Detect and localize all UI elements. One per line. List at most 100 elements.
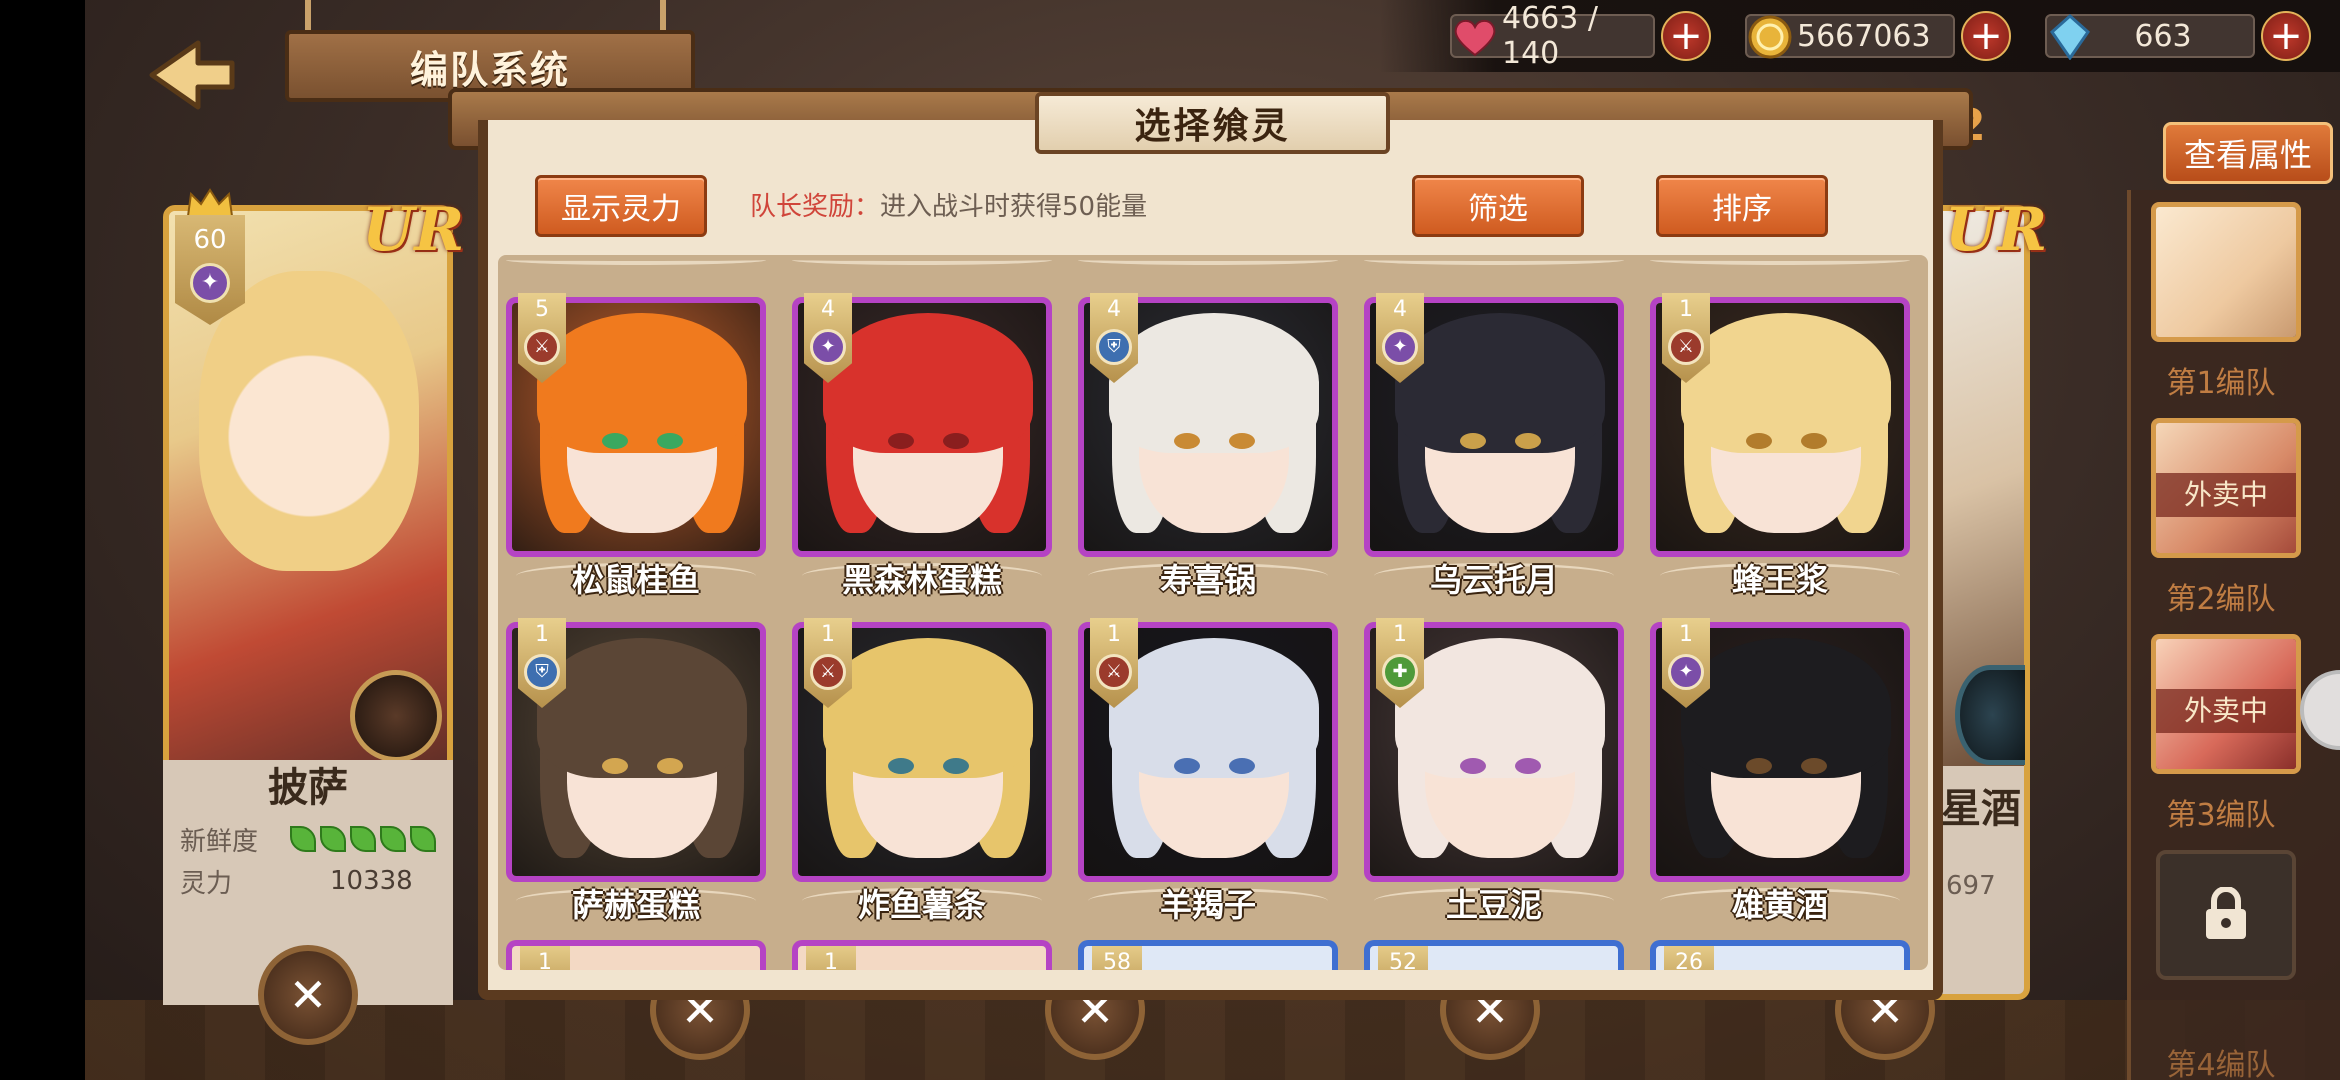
- leader-level-flag: 60 ✦: [175, 215, 245, 325]
- locked-team-slot[interactable]: [2156, 850, 2296, 980]
- freshness-label: 新鲜度: [180, 826, 259, 857]
- character-hair: [537, 638, 747, 778]
- leader-bonus: 队长奖励：进入战斗时获得50能量: [750, 186, 1147, 223]
- attack-role-icon: ⚔: [524, 329, 560, 365]
- character-eye: [1229, 433, 1255, 449]
- character-eye: [602, 758, 628, 774]
- character-level: 52: [1378, 946, 1428, 970]
- team-sidebar: 第1编队 外卖中 第2编队 外卖中 第3编队 第4编队: [2127, 190, 2340, 1080]
- power-row: 灵力 10338: [180, 862, 450, 900]
- show-power-button[interactable]: 显示灵力: [535, 175, 707, 237]
- character-card-partial[interactable]: 1: [506, 940, 766, 970]
- name-scroll-deco: [792, 255, 1052, 265]
- team-thumb-image: [2156, 207, 2296, 337]
- character-eye: [1801, 433, 1827, 449]
- character-hair: [537, 313, 747, 453]
- crystal-icon: [2045, 12, 2095, 62]
- heart-icon: [1450, 12, 1500, 62]
- character-level: 26: [1664, 946, 1714, 970]
- heal-role-icon: ✚: [1382, 654, 1418, 690]
- name-scroll-deco: [1364, 255, 1624, 265]
- character-hair: [823, 638, 1033, 778]
- view-attributes-button[interactable]: 查看属性: [2163, 122, 2333, 184]
- character-card[interactable]: 4 ⛨ 寿喜锅: [1078, 265, 1338, 599]
- character-name: 羊羯子: [1159, 886, 1256, 924]
- rope: [660, 0, 666, 34]
- freshness-row: 新鲜度: [180, 820, 450, 858]
- side-power: 697: [1946, 871, 1996, 901]
- coin-resource: 5667063 +: [1745, 10, 2011, 62]
- character-eye: [1460, 758, 1486, 774]
- crystal-resource: 663 +: [2045, 10, 2311, 62]
- character-card[interactable]: 4 ✦ 乌云托月: [1364, 265, 1624, 599]
- character-eye: [1460, 433, 1486, 449]
- back-arrow-icon: [149, 40, 235, 110]
- rarity-badge: UR: [362, 195, 465, 265]
- character-card-partial[interactable]: 58: [1078, 940, 1338, 970]
- character-card-partial[interactable]: 26: [1650, 940, 1910, 970]
- rarity-badge-right: UR: [1945, 195, 2048, 265]
- character-hair: [1681, 638, 1891, 778]
- power-label: 灵力: [180, 868, 233, 899]
- takeout-status: 外卖中: [2156, 689, 2296, 733]
- filter-button[interactable]: 筛选: [1412, 175, 1584, 237]
- character-card[interactable]: 1 ⛨ 萨赫蛋糕: [506, 590, 766, 924]
- skill-orb-icon[interactable]: [350, 670, 442, 762]
- character-name: 雄黄酒: [1731, 886, 1828, 924]
- attack-role-icon: ⚔: [1096, 654, 1132, 690]
- character-card[interactable]: 1 ⚔ 炸鱼薯条: [792, 590, 1052, 924]
- lock-icon: [2206, 887, 2246, 939]
- leaf-icon: [290, 826, 316, 852]
- leaf-icon: [350, 826, 376, 852]
- character-card[interactable]: 1 ⚔ 羊羯子: [1078, 590, 1338, 924]
- character-hair: [1395, 313, 1605, 453]
- character-card-partial[interactable]: 52: [1364, 940, 1624, 970]
- add-coin-button[interactable]: +: [1961, 11, 2011, 61]
- character-hair: [1681, 313, 1891, 453]
- character-hair: [1109, 638, 1319, 778]
- team-3-thumb[interactable]: 外卖中: [2151, 634, 2301, 774]
- character-name: 黑森林蛋糕: [841, 561, 1002, 599]
- team-1-thumb[interactable]: [2151, 202, 2301, 342]
- back-button[interactable]: [135, 30, 245, 120]
- support-role-icon: ✦: [1668, 654, 1704, 690]
- character-card[interactable]: 1 ✚ 土豆泥: [1364, 590, 1624, 924]
- team-2-label: 第2编队: [2166, 582, 2276, 617]
- leader-level: 60: [193, 225, 227, 255]
- crown-icon: [186, 188, 234, 217]
- character-name: 炸鱼薯条: [857, 886, 986, 924]
- coin-icon: [1745, 12, 1795, 62]
- character-level: 1: [520, 946, 570, 970]
- support-role-icon: ✦: [1382, 329, 1418, 365]
- character-card[interactable]: 1 ⚔ 蜂王浆: [1650, 265, 1910, 599]
- defense-role-icon: ⛨: [1096, 329, 1132, 365]
- character-card[interactable]: 1 ✦ 雄黄酒: [1650, 590, 1910, 924]
- character-eye: [657, 433, 683, 449]
- team-1-label: 第1编队: [2166, 366, 2276, 401]
- character-name: 蜂王浆: [1731, 561, 1828, 599]
- fork-knife-button[interactable]: ✕: [258, 945, 358, 1045]
- character-card-partial[interactable]: 1: [792, 940, 1052, 970]
- leader-name: 披萨: [268, 765, 348, 811]
- team-2-thumb[interactable]: 外卖中: [2151, 418, 2301, 558]
- character-eye: [943, 758, 969, 774]
- character-eye: [602, 433, 628, 449]
- character-card[interactable]: 4 ✦ 黑森林蛋糕: [792, 265, 1052, 599]
- add-stamina-button[interactable]: +: [1661, 11, 1711, 61]
- stamina-resource: 4663 / 140 +: [1450, 1, 1711, 71]
- skill-orb-right-icon: [1955, 665, 2025, 765]
- add-crystal-button[interactable]: +: [2261, 11, 2311, 61]
- leader-bonus-key: 队长奖励：: [750, 192, 881, 222]
- character-name: 土豆泥: [1445, 886, 1542, 924]
- support-role-icon: ✦: [190, 263, 230, 303]
- character-name: 乌云托月: [1429, 561, 1558, 599]
- character-eye: [888, 433, 914, 449]
- leader-face: [199, 271, 419, 571]
- character-card[interactable]: 5 ⚔ 松鼠桂鱼: [506, 265, 766, 599]
- character-grid[interactable]: 5 ⚔ 松鼠桂鱼 4 ✦ 黑森林蛋糕 4 ⛨ 寿喜锅 4 ✦ 乌云托月 1 ⚔ 蜂王浆 1 ⛨ 萨赫蛋糕 1 ⚔ 炸鱼薯…: [498, 255, 1928, 970]
- sort-button[interactable]: 排序: [1656, 175, 1828, 237]
- character-hair: [1109, 313, 1319, 453]
- team-4-label: 第4编队: [2166, 1048, 2276, 1080]
- takeout-status: 外卖中: [2156, 473, 2296, 517]
- character-level: 58: [1092, 946, 1142, 970]
